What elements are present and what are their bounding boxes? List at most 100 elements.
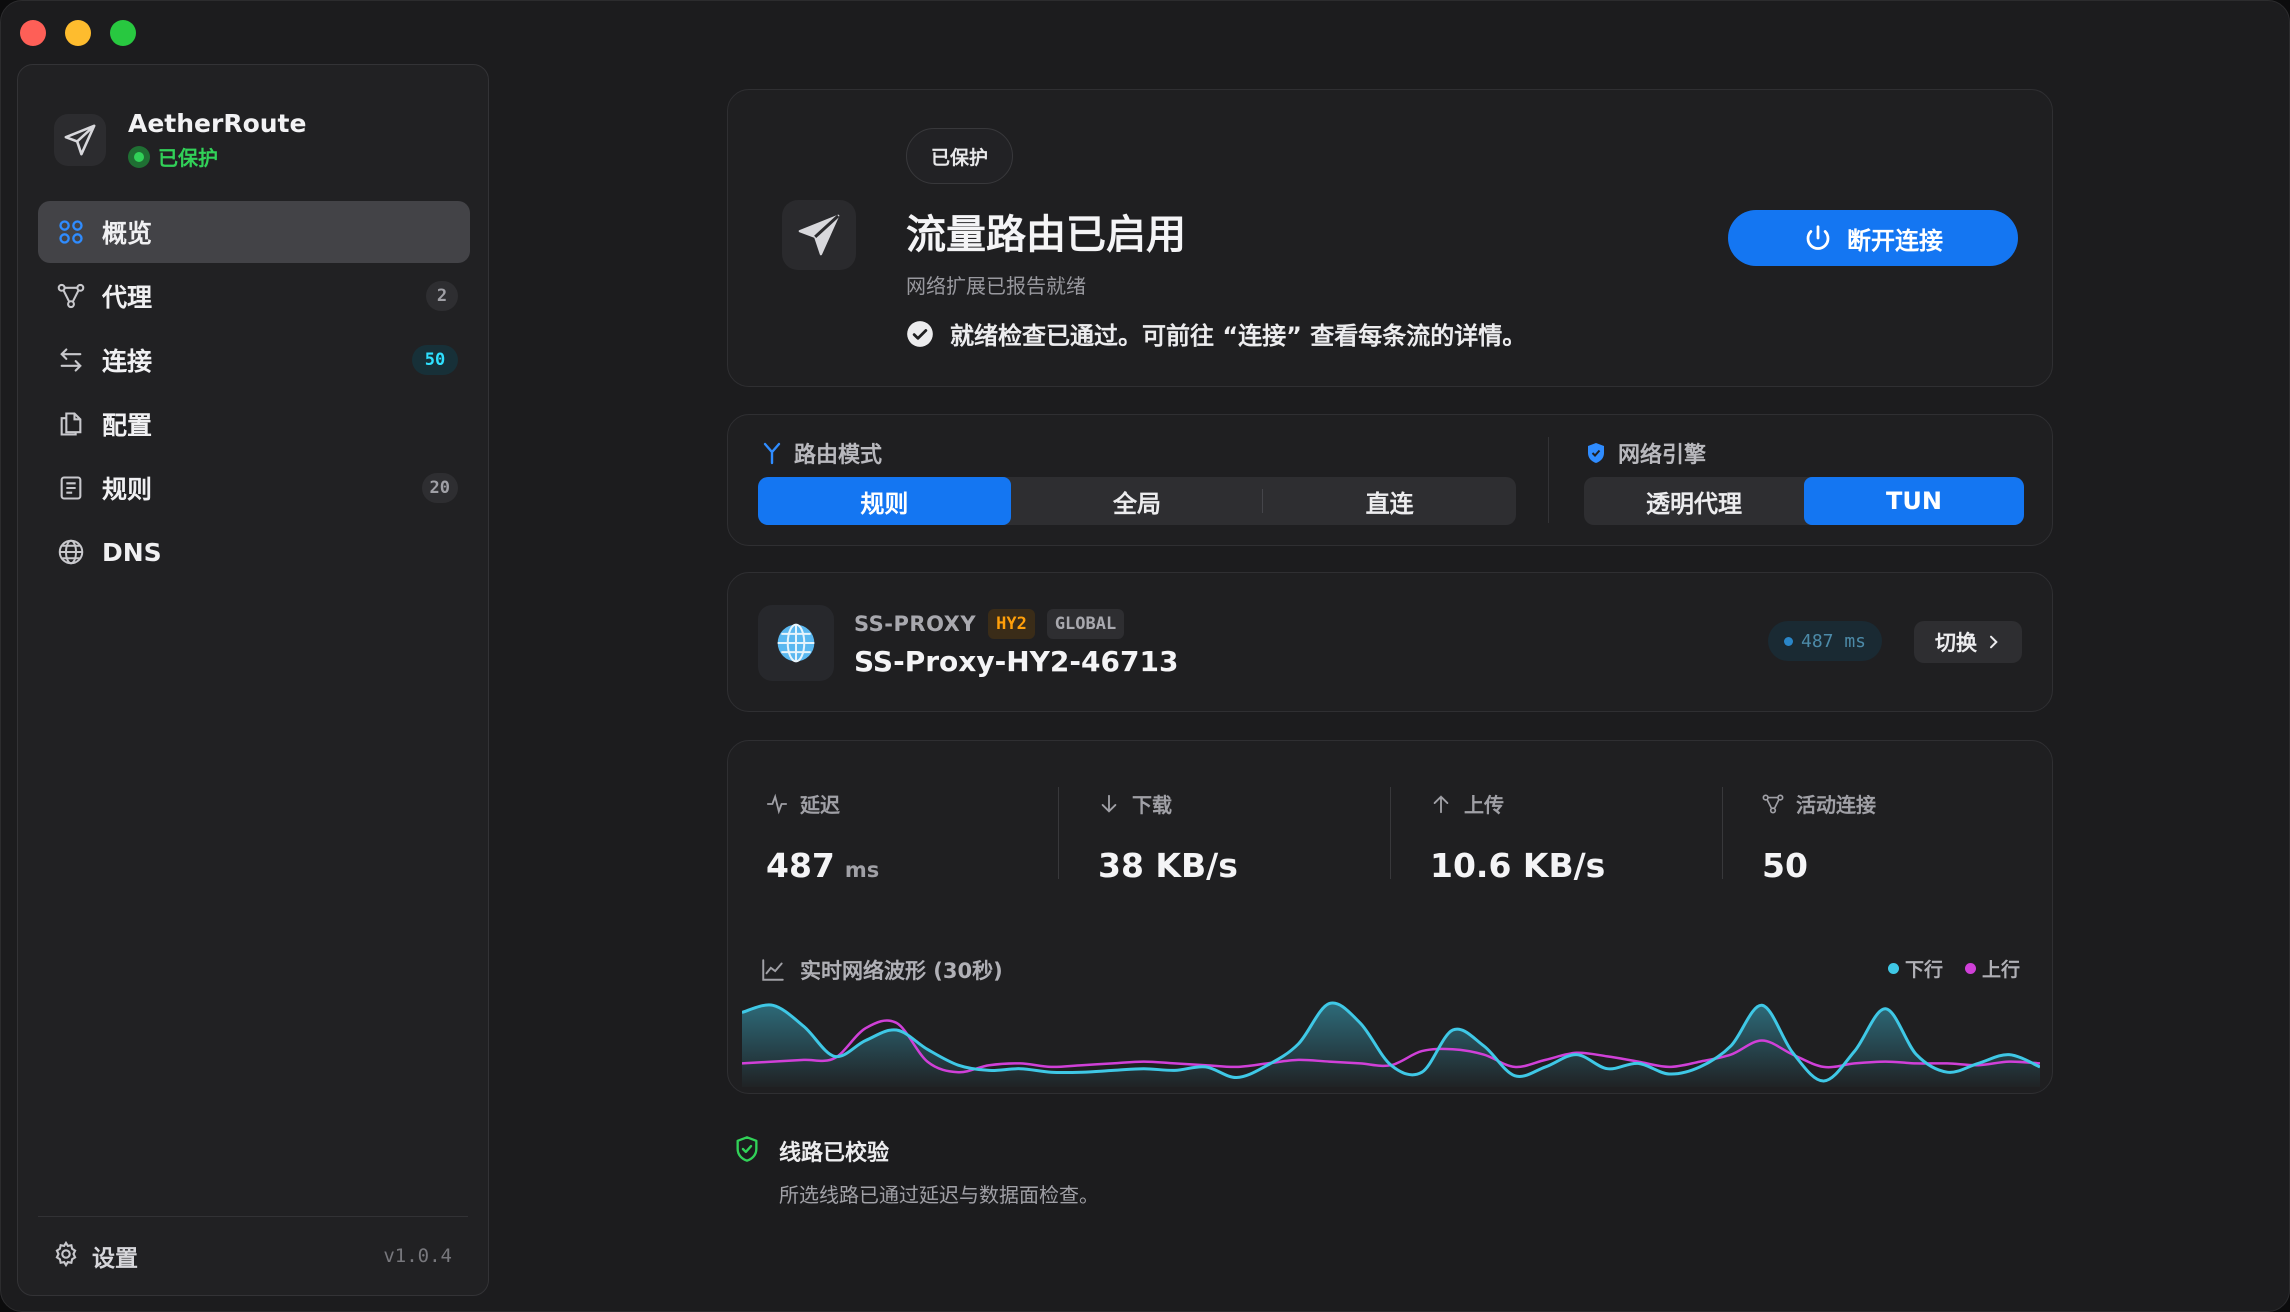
protection-status-label: 已保护 — [158, 146, 218, 170]
minimize-window-button[interactable] — [65, 20, 91, 46]
legend-down: 下行 — [1887, 955, 1943, 982]
settings-button[interactable]: 设置 — [92, 1239, 138, 1273]
sidebar-item-label: 配置 — [102, 411, 153, 440]
scope-tag: GLOBAL — [1046, 609, 1125, 639]
sidebar-item-label: 概览 — [102, 219, 153, 248]
network-engine-segmented: 透明代理 TUN — [1584, 477, 2024, 525]
arrow-up-icon — [1433, 794, 1449, 813]
list-icon — [54, 471, 88, 505]
app-version: v1.0.4 — [383, 1245, 452, 1267]
connections-count-badge: 50 — [412, 345, 458, 375]
verified-description: 所选线路已通过延迟与数据面检查。 — [779, 1183, 1099, 1207]
close-window-button[interactable] — [20, 20, 46, 46]
stat-upload-value: 10.6 KB/s — [1430, 846, 1606, 885]
stat-divider — [1722, 787, 1723, 879]
mode-card: 路由模式 规则 全局 直连 网络引擎 透明代理 TUN — [727, 414, 2053, 546]
stat-download: 下载 38 KB/s — [1098, 789, 1418, 885]
proxy-name: SS-Proxy-HY2-46713 — [854, 645, 1179, 678]
chevron-right-icon — [1990, 635, 1998, 649]
engine-option-tun[interactable]: TUN — [1804, 477, 2024, 525]
readiness-check-text: 就绪检查已通过。可前往 “连接” 查看每条流的详情。 — [950, 322, 1527, 350]
stat-latency-value: 487 — [766, 846, 835, 885]
sidebar-item-label: DNS — [102, 537, 162, 567]
stat-connections-value: 50 — [1762, 846, 1808, 885]
latency-dot-icon — [1784, 636, 1793, 646]
traffic-stats-card: 延迟 487 ms 下载 38 KB/s 上传 10.6 KB/s 活动连接 50… — [727, 740, 2053, 1094]
download-area — [742, 1002, 2040, 1087]
shield-check-icon — [736, 1136, 758, 1162]
stat-connections: 活动连接 50 — [1762, 789, 2082, 885]
sidebar-item-overview[interactable]: 概览 — [38, 201, 470, 263]
sidebar-item-config[interactable]: 配置 — [38, 393, 470, 455]
stat-download-label: 下载 — [1132, 793, 1172, 817]
modes-divider — [1548, 437, 1549, 523]
verified-title: 线路已校验 — [779, 1141, 890, 1166]
sidebar-item-connections[interactable]: 连接 50 — [38, 329, 470, 391]
network-waveform — [742, 1001, 2040, 1087]
sidebar-item-proxies[interactable]: 代理 2 — [38, 265, 470, 327]
switch-proxy-button[interactable]: 切换 — [1914, 621, 2022, 663]
engine-option-transparent[interactable]: 透明代理 — [1584, 477, 1804, 525]
legend-down-label: 下行 — [1904, 959, 1943, 981]
sidebar-item-label: 规则 — [102, 475, 153, 504]
arrows-swap-icon — [54, 343, 88, 377]
wave-title: 实时网络波形 (30秒) — [800, 959, 1003, 983]
pulse-icon — [766, 793, 788, 814]
paper-plane-icon — [54, 114, 106, 166]
routing-option-global-label: 全局 — [1113, 489, 1161, 518]
page-title: 流量路由已启用 — [906, 212, 1186, 258]
sidebar: AetherRoute 已保护 概览 代理 2 连接 50 配置 规则 20 D… — [17, 64, 489, 1296]
gear-icon[interactable] — [52, 1240, 80, 1272]
arrow-down-icon — [1101, 794, 1117, 813]
current-proxy-card: SS-PROXY HY2 GLOBAL SS-Proxy-HY2-46713 4… — [727, 572, 2053, 712]
wave-legend: 下行 上行 — [1887, 955, 2020, 982]
fork-icon — [763, 442, 781, 465]
proxy-type: SS-PROXY — [854, 612, 977, 636]
latency-value: 487 ms — [1801, 630, 1867, 652]
app-window: AetherRoute 已保护 概览 代理 2 连接 50 配置 规则 20 D… — [0, 0, 2290, 1312]
disconnect-button[interactable]: 断开连接 — [1728, 210, 2018, 266]
zoom-window-button[interactable] — [110, 20, 136, 46]
rules-count-badge: 20 — [421, 473, 458, 503]
network-engine-label: 网络引擎 — [1618, 443, 1707, 468]
globe-icon — [758, 605, 834, 681]
stat-latency-label: 延迟 — [800, 793, 840, 817]
protocol-tag: HY2 — [988, 609, 1035, 639]
nodes-icon — [54, 279, 88, 313]
network-engine-heading: 网络引擎 — [1584, 437, 1706, 469]
status-dot-icon — [128, 145, 150, 168]
routing-option-global[interactable]: 全局 — [1011, 477, 1264, 525]
wave-heading: 实时网络波形 (30秒) — [760, 955, 1003, 985]
sidebar-item-label: 连接 — [102, 347, 153, 376]
routing-mode-label: 路由模式 — [794, 443, 883, 468]
disconnect-label: 断开连接 — [1847, 227, 1943, 255]
paper-plane-icon — [782, 200, 856, 270]
routing-option-rule[interactable]: 规则 — [758, 477, 1011, 525]
proxy-meta: SS-PROXY HY2 GLOBAL — [854, 609, 1125, 639]
sidebar-footer: 设置 v1.0.4 — [52, 1239, 452, 1273]
status-subtitle: 网络扩展已报告就绪 — [906, 274, 1086, 298]
routing-mode-segmented: 规则 全局 直连 — [758, 477, 1516, 525]
window-controls — [20, 20, 136, 46]
switch-label: 切换 — [1935, 632, 1977, 655]
stat-latency: 延迟 487 ms — [766, 789, 1086, 885]
line-chart-icon — [762, 959, 784, 981]
power-icon — [1806, 225, 1830, 250]
sidebar-nav: 概览 代理 2 连接 50 配置 规则 20 DNS — [38, 201, 470, 585]
protection-status: 已保护 — [128, 142, 306, 171]
globe-icon — [54, 535, 88, 569]
stat-download-value: 38 KB/s — [1098, 846, 1238, 885]
sidebar-item-rules[interactable]: 规则 20 — [38, 457, 470, 519]
files-icon — [54, 407, 88, 441]
routing-mode-heading: 路由模式 — [760, 437, 882, 469]
stat-divider — [1390, 787, 1391, 879]
proxies-count-badge: 2 — [426, 281, 458, 311]
routing-option-direct[interactable]: 直连 — [1263, 477, 1516, 525]
grid-icon — [54, 215, 88, 249]
latency-pill: 487 ms — [1768, 621, 1883, 661]
sidebar-item-dns[interactable]: DNS — [38, 521, 470, 583]
app-name: AetherRoute — [128, 109, 307, 138]
brand: AetherRoute 已保护 — [54, 109, 306, 171]
route-verified-note: 线路已校验 所选线路已通过延迟与数据面检查。 — [733, 1135, 1099, 1208]
stat-upload: 上传 10.6 KB/s — [1430, 789, 1750, 885]
